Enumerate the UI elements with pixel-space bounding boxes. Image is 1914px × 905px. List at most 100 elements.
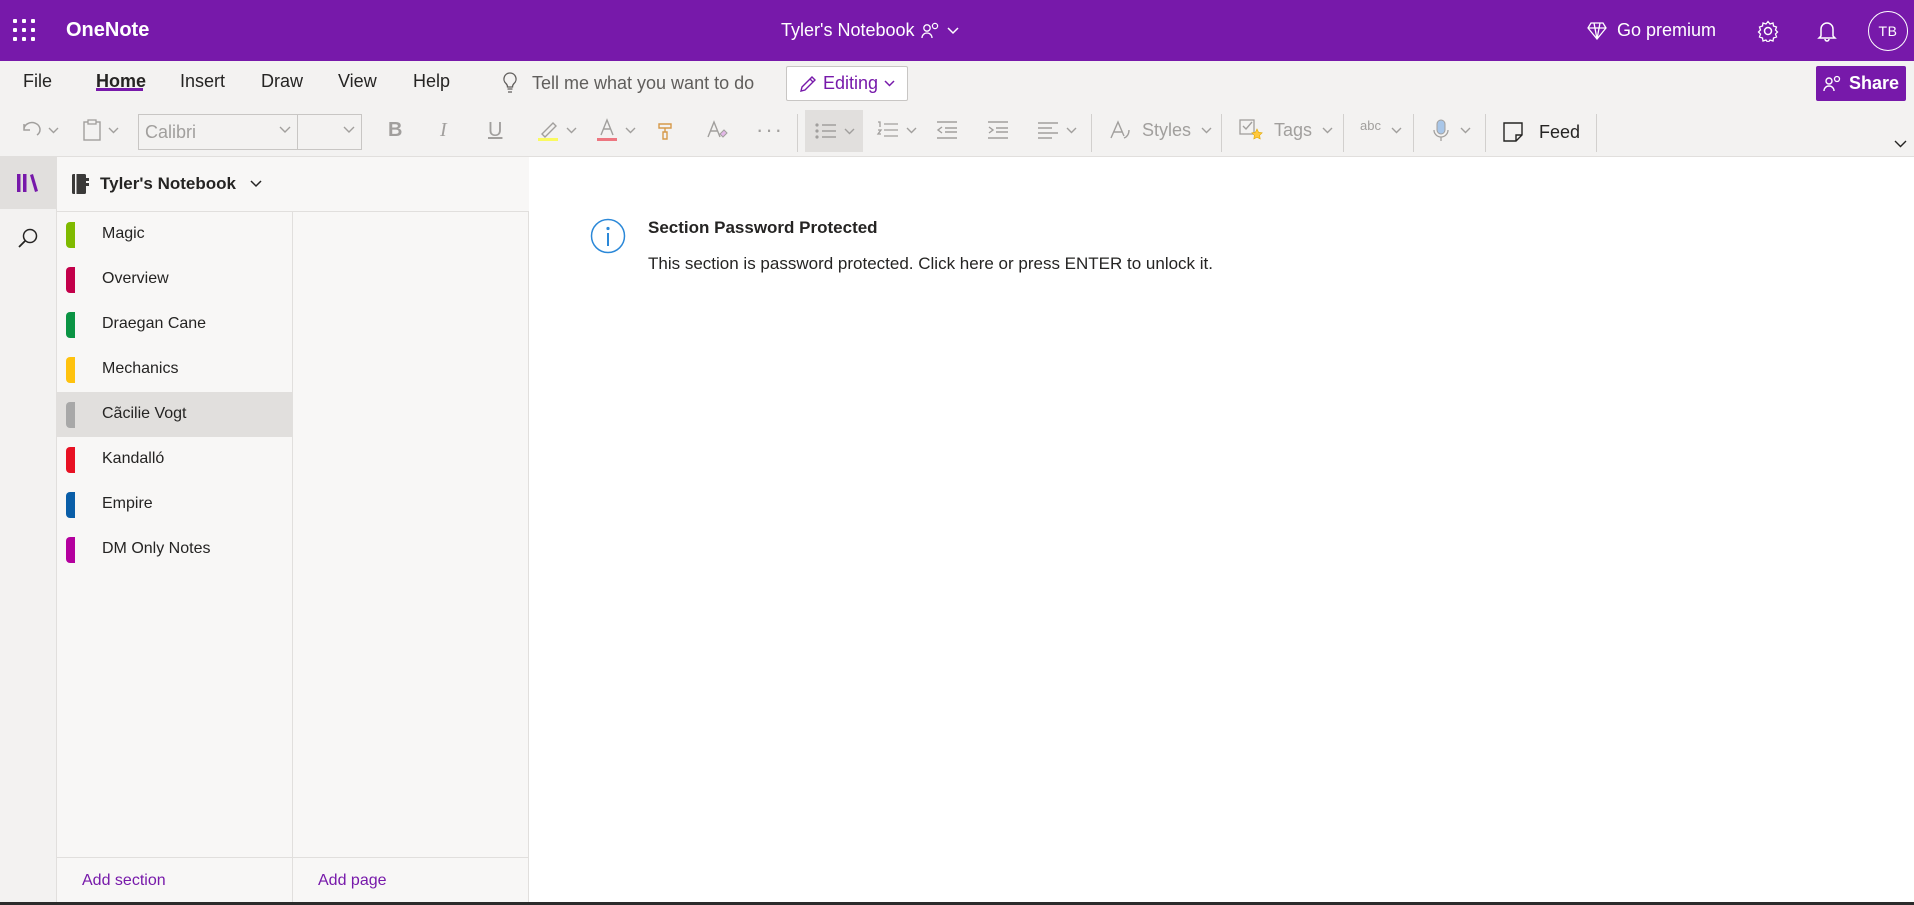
unlock-section-message[interactable]: This section is password protected. Clic…: [648, 254, 1213, 274]
highlight-button[interactable]: [536, 110, 577, 150]
section-color-tab: [66, 267, 75, 293]
bold-icon[interactable]: B: [388, 110, 402, 150]
highlighter-icon: [538, 122, 558, 141]
notebook-title: Tyler's Notebook: [781, 20, 915, 40]
clear-formatting-icon[interactable]: [705, 110, 729, 150]
feed-button[interactable]: Feed: [1501, 110, 1580, 154]
font-name-combo[interactable]: Calibri: [138, 114, 298, 150]
notebook-title-button[interactable]: Tyler's Notebook: [781, 20, 959, 41]
chevron-down-icon: [884, 80, 895, 87]
font-size-combo[interactable]: [297, 114, 362, 150]
section-color-tab: [66, 312, 75, 338]
feed-icon: [1503, 122, 1523, 142]
app-name[interactable]: OneNote: [66, 19, 149, 42]
paste-button[interactable]: [82, 110, 119, 150]
section-label: Cãcilie Vogt: [102, 405, 187, 422]
user-avatar[interactable]: TB: [1868, 11, 1908, 51]
chevron-down-icon: [1066, 127, 1077, 133]
title-bar: OneNote Tyler's Notebook Go premium TB: [0, 0, 1914, 61]
toolbar-divider: [1343, 114, 1344, 152]
format-painter-icon[interactable]: [656, 110, 678, 150]
section-label: Mechanics: [102, 360, 179, 377]
italic-icon[interactable]: I: [440, 110, 447, 150]
tags-button[interactable]: Tags: [1238, 110, 1333, 150]
notebook-icon: [72, 174, 89, 194]
add-section-link[interactable]: Add section: [82, 872, 166, 890]
notebook-picker[interactable]: Tyler's Notebook: [57, 157, 529, 212]
bullets-button[interactable]: [805, 110, 863, 152]
section-color-tab: [66, 447, 75, 473]
chevron-down-icon: [906, 127, 917, 133]
collapse-ribbon-chevron-icon[interactable]: [1894, 140, 1907, 148]
tab-view[interactable]: View: [338, 71, 377, 92]
active-tab-indicator: [96, 88, 143, 91]
section-color-tab: [66, 492, 75, 518]
section-color-tab: [66, 537, 75, 563]
section-item-cacilie-vogt[interactable]: Cãcilie Vogt: [57, 392, 292, 437]
section-item-draegan-cane[interactable]: Draegan Cane: [57, 302, 292, 347]
spelling-icon: abc: [1360, 117, 1381, 133]
tags-label: Tags: [1274, 119, 1313, 140]
section-label: Magic: [102, 225, 145, 242]
section-item-magic[interactable]: Magic: [57, 212, 292, 257]
chevron-down-icon: [108, 127, 119, 133]
toolbar-divider: [797, 114, 798, 152]
underline-icon[interactable]: U: [488, 110, 502, 150]
dictate-button[interactable]: [1432, 110, 1471, 150]
share-label: Share: [1848, 73, 1900, 93]
more-options-icon[interactable]: ···: [756, 110, 784, 150]
chevron-down-icon: [279, 126, 291, 133]
share-people-icon: [1823, 75, 1841, 91]
styles-icon: [1110, 120, 1130, 139]
feed-label: Feed: [1539, 121, 1581, 142]
styles-button[interactable]: Styles: [1108, 110, 1212, 150]
tab-help[interactable]: Help: [413, 71, 450, 92]
decrease-indent-icon[interactable]: [935, 110, 959, 150]
diamond-icon: [1587, 21, 1607, 40]
section-item-mechanics[interactable]: Mechanics: [57, 347, 292, 392]
increase-indent-icon[interactable]: [986, 110, 1010, 150]
tell-me-search[interactable]: Tell me what you want to do: [502, 72, 754, 94]
chevron-down-icon: [844, 128, 854, 134]
section-label: Overview: [102, 270, 169, 287]
chevron-down-icon: [566, 127, 577, 133]
add-page-link[interactable]: Add page: [318, 872, 387, 890]
section-item-empire[interactable]: Empire: [57, 482, 292, 527]
section-item-kandallo[interactable]: Kandalló: [57, 437, 292, 482]
numbering-button[interactable]: [876, 110, 917, 150]
notebooks-icon[interactable]: [0, 157, 56, 209]
section-item-dm-only-notes[interactable]: DM Only Notes: [57, 527, 292, 572]
tab-draw[interactable]: Draw: [261, 71, 303, 92]
app-launcher-icon[interactable]: [13, 19, 35, 41]
toolbar-divider: [1221, 114, 1222, 152]
undo-button[interactable]: [20, 110, 59, 150]
section-label: Empire: [102, 495, 153, 512]
tell-me-placeholder: Tell me what you want to do: [532, 72, 755, 93]
section-label: Kandalló: [102, 450, 165, 467]
align-button[interactable]: [1036, 110, 1077, 150]
align-left-icon: [1038, 122, 1058, 139]
editing-mode-button[interactable]: Editing: [786, 66, 908, 101]
notebook-name: Tyler's Notebook: [100, 174, 236, 193]
font-color-button[interactable]: [595, 110, 636, 150]
search-icon[interactable]: [0, 212, 56, 264]
tab-file[interactable]: File: [23, 71, 52, 92]
clipboard-icon: [83, 119, 101, 141]
chevron-down-icon: [1460, 127, 1471, 133]
font-name-value: Calibri: [145, 121, 197, 142]
toolbar-divider: [1413, 114, 1414, 152]
go-premium-button[interactable]: Go premium: [1587, 20, 1716, 41]
section-item-overview[interactable]: Overview: [57, 257, 292, 302]
share-button[interactable]: Share: [1816, 66, 1906, 101]
info-icon: [590, 218, 626, 254]
notifications-bell-icon[interactable]: [1815, 19, 1839, 43]
settings-gear-icon[interactable]: [1756, 19, 1780, 43]
spelling-button[interactable]: abc: [1360, 110, 1402, 150]
toolbar-divider: [1091, 114, 1092, 152]
shared-people-icon: [920, 22, 938, 38]
font-color-icon: [597, 118, 617, 141]
microphone-icon: [1433, 119, 1449, 141]
chevron-down-icon: [625, 127, 636, 133]
section-color-tab: [66, 357, 75, 383]
tab-insert[interactable]: Insert: [180, 71, 225, 92]
